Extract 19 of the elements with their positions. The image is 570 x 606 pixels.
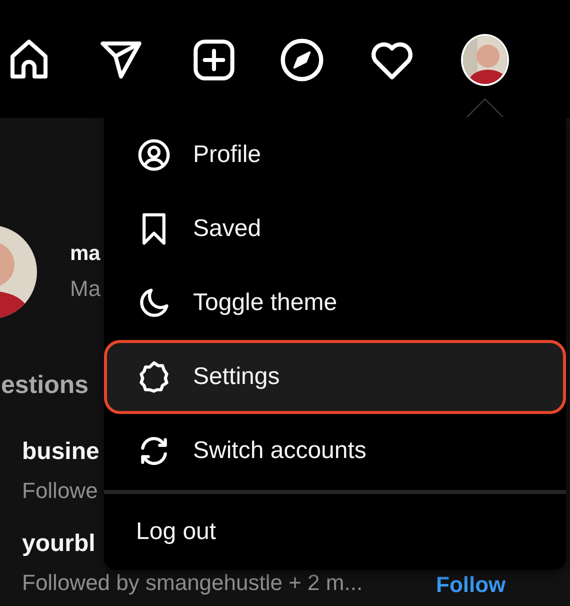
menu-item[interactable]: Log out	[104, 494, 566, 570]
username: yourbl	[22, 530, 96, 558]
menu-item[interactable]: Switch accounts	[104, 414, 566, 488]
profile-icon	[137, 138, 171, 172]
followed-by-text: Followe	[22, 478, 98, 504]
followed-by-text: Followed by smangehustle + 2 m...	[22, 570, 363, 596]
full-name: Ma	[70, 276, 101, 302]
compass-icon	[279, 37, 325, 83]
add-icon	[192, 38, 236, 82]
menu-item[interactable]: Profile	[104, 118, 566, 192]
follow-button[interactable]: Follow	[436, 574, 506, 596]
menu-item[interactable]: Settings	[104, 340, 566, 414]
moon-icon	[137, 286, 171, 320]
menu-item[interactable]: Toggle theme	[104, 266, 566, 340]
username: busine	[22, 438, 100, 466]
username: ma	[70, 242, 100, 266]
settings-icon	[137, 360, 171, 394]
section-title: estions	[1, 371, 89, 400]
menu-item[interactable]: Saved	[104, 192, 566, 266]
